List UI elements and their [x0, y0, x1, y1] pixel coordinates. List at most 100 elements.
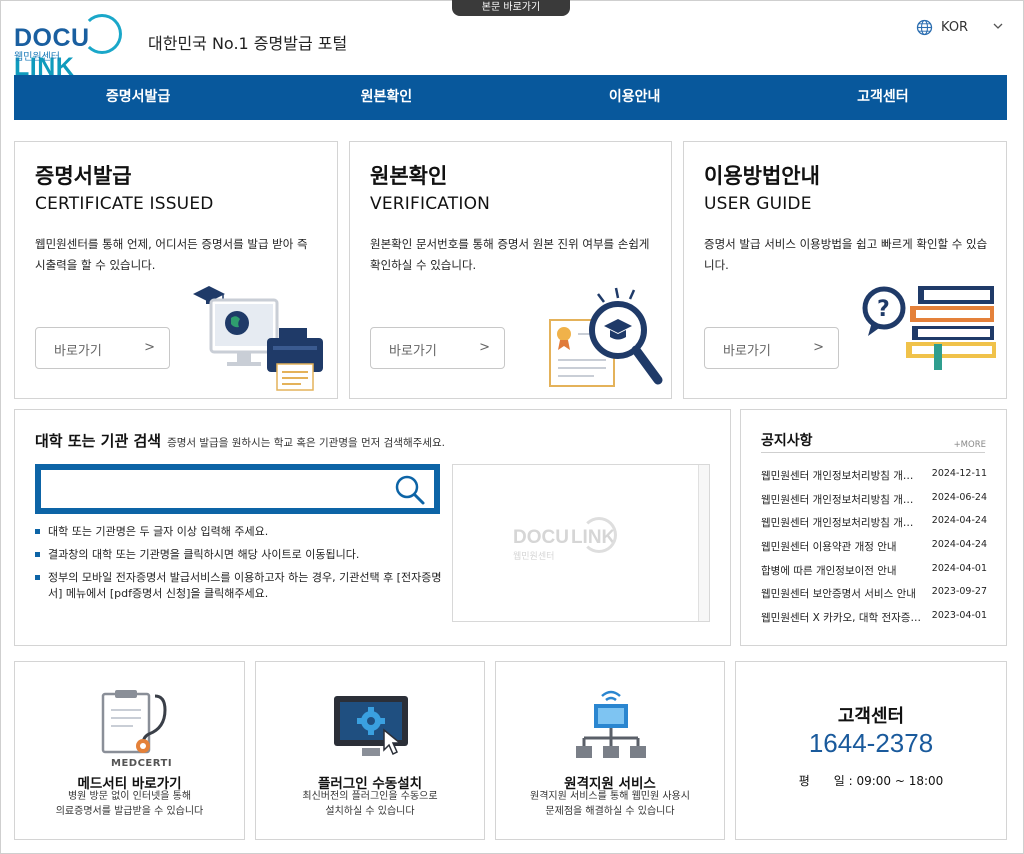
button-label: 바로가기: [389, 344, 437, 359]
card-subtitle-en: VERIFICATION: [370, 194, 491, 214]
nav-certificate-issue[interactable]: 증명서발급: [14, 75, 262, 120]
network-remote-icon: [576, 690, 646, 758]
notice-panel: 공지사항 +MORE 웹민원센터 개인정보처리방침 개정 안내 2024-12-1…: [740, 409, 1007, 646]
list-item: 대학 또는 기관명은 두 글자 이상 입력해 주세요.: [35, 524, 445, 540]
card-title: 증명서발급: [35, 164, 132, 188]
globe-icon: [916, 19, 933, 36]
notice-item-title: 웹민원센터 개인정보처리방침 개정 안내: [761, 470, 923, 482]
card-user-guide: 이용방법안내 USER GUIDE 증명서 발급 서비스 이용방법을 쉽고 빠르…: [683, 141, 1007, 399]
card-title: 이용방법안내: [704, 164, 820, 188]
chevron-right-icon: >: [479, 340, 490, 355]
medical-clipboard-icon: [101, 690, 167, 754]
chevron-right-icon: >: [813, 340, 824, 355]
notice-item[interactable]: 웹민원센터 개인정보처리방침 개정 안내 2024-12-11: [761, 468, 987, 492]
notice-item[interactable]: 웹민원센터 X 카카오, 대학 전자증명서 안내 2023-04-01: [761, 610, 987, 634]
service-description: 병원 방문 없이 인터넷을 통해의료증명서를 발급받을 수 있습니다: [15, 789, 244, 819]
notice-item-title: 웹민원센터 개인정보처리방침 개정 안내: [761, 517, 923, 530]
notice-item-date: 2023-09-27: [931, 586, 987, 598]
notice-title: 공지사항: [761, 433, 813, 449]
search-box: [35, 464, 440, 514]
card-description: 증명서 발급 서비스 이용방법을 쉽고 빠르게 확인할 수 있습니다.: [704, 237, 988, 272]
notice-item[interactable]: 웹민원센터 보안증명서 서비스 안내 2023-09-27: [761, 586, 987, 610]
nav-verification[interactable]: 원본확인: [262, 75, 510, 120]
notice-item-title: 웹민원센터 X 카카오, 대학 전자증명서 안내: [761, 612, 923, 625]
language-selector[interactable]: KOR: [916, 18, 1008, 38]
notice-item[interactable]: 웹민원센터 개인정보처리방침 개정 안내 2024-06-24: [761, 492, 987, 516]
customer-center-hours: 평 일 : 09:00 ~ 18:00: [798, 774, 944, 788]
notice-divider: [761, 452, 985, 453]
results-scrollbar[interactable]: [698, 465, 709, 621]
service-remote-support[interactable]: 원격지원 서비스 원격지원 서비스를 통해 웹민원 사용시 문제점을 해결하실 수…: [495, 661, 725, 840]
notice-item-date: 2024-04-01: [931, 562, 987, 574]
service-desc-line: 설치하실 수 있습니다: [325, 806, 415, 817]
button-label: 바로가기: [723, 344, 771, 359]
notice-item-date: 2024-06-24: [931, 491, 987, 503]
magnifier-document-illustration: [549, 287, 663, 387]
service-description: 최신버전의 플러그인을 수동으로설치하실 수 있습니다: [256, 789, 484, 819]
list-item: 정부의 모바일 전자증명서 발급서비스를 이용하고자 하는 경우, 기관선택 후…: [35, 570, 445, 602]
service-desc-line: 병원 방문 없이 인터넷을 통해: [67, 791, 192, 802]
card-description: 원본확인 문서번호를 통해 증명서 원본 진위 여부를 손쉽게 확인하실 수 있…: [370, 237, 650, 272]
logo-ring-icon: [82, 14, 122, 54]
watermark-ring-icon: [581, 517, 617, 553]
skip-to-content-link[interactable]: 본문 바로가기: [452, 0, 570, 16]
notice-item-date: 2023-04-01: [931, 610, 987, 622]
nav-customer-center[interactable]: 고객센터: [759, 75, 1007, 120]
chevron-down-icon: [993, 23, 1003, 29]
service-medcerti[interactable]: MEDCERTI 메드서티 바로가기 병원 방문 없이 인터넷을 통해 의료증명서…: [14, 661, 245, 840]
notice-item-title: 웹민원센터 보안증명서 서비스 안내: [761, 588, 916, 601]
list-item: 결과창의 대학 또는 기관명을 클릭하시면 해당 사이트로 이동됩니다.: [35, 547, 445, 563]
service-plugin-install[interactable]: 플러그인 수동설치 최신버전의 플러그인을 수동으로 설치하실 수 있습니다: [255, 661, 485, 840]
main-navigation: 증명서발급 원본확인 이용안내 고객센터: [14, 75, 1007, 120]
nav-user-guide[interactable]: 이용안내: [511, 75, 759, 120]
notice-item[interactable]: 합병에 따른 개인정보이전 안내 2024-04-01: [761, 563, 987, 587]
notice-item-date: 2024-04-24: [931, 539, 987, 551]
card-subtitle-en: USER GUIDE: [704, 194, 812, 214]
language-label: KOR: [941, 20, 969, 35]
button-label: 바로가기: [54, 344, 102, 359]
notice-list: 웹민원센터 개인정보처리방침 개정 안내 2024-12-11 웹민원센터 개인정…: [761, 468, 987, 634]
notice-item[interactable]: 웹민원센터 이용약관 개정 안내 2024-04-24: [761, 539, 987, 563]
search-icon[interactable]: [394, 474, 426, 506]
watermark-docu: DOCU: [513, 527, 569, 548]
notice-more-link[interactable]: +MORE: [954, 440, 986, 450]
question-books-illustration: ?: [862, 286, 996, 370]
search-input[interactable]: [47, 476, 387, 502]
card-verification: 원본확인 VERIFICATION 원본확인 문서번호를 통해 증명서 원본 진…: [349, 141, 672, 399]
search-results-panel[interactable]: DOCU LINK 웹민원센터: [452, 464, 710, 622]
customer-center-box: 고객센터 1644-2378 평 일 : 09:00 ~ 18:00: [735, 661, 1007, 840]
service-desc-line: 최신버전의 플러그인을 수동으로: [302, 791, 438, 802]
svg-text:?: ?: [877, 297, 890, 322]
notice-item-title: 웹민원센터 이용약관 개정 안내: [761, 541, 897, 554]
user-guide-go-button[interactable]: 바로가기 >: [704, 327, 839, 369]
plugin-monitor-gear-icon: [334, 696, 408, 756]
institution-search-panel: 대학 또는 기관 검색 증명서 발급을 원하시는 학교 혹은 기관명을 먼저 검색…: [14, 409, 731, 646]
notice-item-title: 합병에 따른 개인정보이전 안내: [761, 564, 897, 577]
search-hint: 증명서 발급을 원하시는 학교 혹은 기관명을 먼저 검색해주세요.: [167, 437, 445, 449]
service-desc-line: 의료증명서를 발급받을 수 있습니다: [55, 806, 204, 817]
logo-subtitle: 웹민원센터: [14, 52, 60, 63]
chevron-right-icon: >: [144, 340, 155, 355]
site-logo[interactable]: DOCULINK 웹민원센터: [14, 14, 140, 81]
notice-item-title: 웹민원센터 개인정보처리방침 개정 안내: [761, 493, 923, 506]
site-tagline: 대한민국 No.1 증명발급 포털: [148, 34, 348, 53]
certificate-go-button[interactable]: 바로가기 >: [35, 327, 170, 369]
service-desc-line: 원격지원 서비스를 통해 웹민원 사용시: [530, 791, 690, 802]
search-header: 대학 또는 기관 검색 증명서 발급을 원하시는 학교 혹은 기관명을 먼저 검색…: [35, 430, 445, 451]
notice-item-date: 2024-04-24: [931, 515, 987, 527]
notice-item-date: 2024-12-11: [931, 468, 987, 479]
card-certificate-issued: 증명서발급 CERTIFICATE ISSUED 웹민원센터를 통해 언제, 어…: [14, 141, 338, 399]
verification-go-button[interactable]: 바로가기 >: [370, 327, 505, 369]
service-desc-line: 문제점을 해결하실 수 있습니다: [545, 806, 675, 817]
search-guide-list: 대학 또는 기관명은 두 글자 이상 입력해 주세요. 결과창의 대학 또는 기…: [35, 524, 445, 609]
service-description: 원격지원 서비스를 통해 웹민원 사용시문제점을 해결하실 수 있습니다: [496, 789, 724, 819]
card-title: 원본확인: [370, 164, 448, 188]
card-subtitle-en: CERTIFICATE ISSUED: [35, 194, 214, 214]
notice-item[interactable]: 웹민원센터 개인정보처리방침 개정 안내 2024-04-24: [761, 515, 987, 539]
customer-center-title: 고객센터: [837, 706, 905, 727]
computer-printer-illustration: [193, 286, 323, 391]
customer-center-phone[interactable]: 1644-2378: [736, 728, 1006, 759]
watermark-subtitle: 웹민원센터: [513, 552, 555, 562]
card-description: 웹민원센터를 통해 언제, 어디서든 증명서를 발급 받아 즉시출력을 할 수 …: [35, 237, 308, 272]
search-title: 대학 또는 기관 검색: [35, 432, 162, 450]
